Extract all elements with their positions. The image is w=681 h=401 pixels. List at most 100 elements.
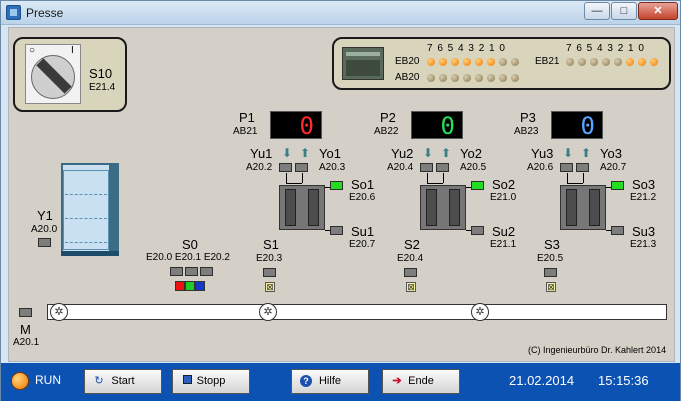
yu2-addr: A20.4 (387, 162, 414, 173)
s1-addr: E20.3 (256, 253, 283, 264)
led-ab20-0 (511, 74, 519, 82)
yo2-addr: A20.5 (460, 162, 487, 173)
conveyor-belt (47, 304, 667, 320)
plc-panel: 7 6 5 4 3 2 1 0 EB20 AB20 7 6 5 4 3 2 1 … (332, 37, 671, 90)
s3-label: S3 (544, 237, 560, 252)
su3-indicator[interactable] (611, 226, 624, 235)
yu3-indicator[interactable] (560, 163, 573, 172)
minimize-button[interactable]: — (584, 2, 610, 20)
copyright: (C) Ingenieurbüro Dr. Kahlert 2014 (528, 345, 667, 355)
app-icon (6, 5, 21, 20)
down-arrow-icon: ⬇ (423, 146, 434, 160)
p1-label: P1 (239, 110, 255, 125)
up-arrow-icon: ⬆ (441, 146, 452, 160)
yu2-indicator[interactable] (420, 163, 433, 172)
stop-button[interactable]: Stopp (172, 369, 250, 394)
process-canvas: ○ I S10 E21.4 7 6 5 4 3 2 1 0 EB20 AB20 … (8, 27, 675, 362)
press2-cylinder (420, 185, 466, 230)
p3-label: P3 (520, 110, 536, 125)
s3-indicator[interactable] (544, 268, 557, 277)
p2-seven-seg-display: 0 (411, 111, 463, 140)
yo1-indicator[interactable] (295, 163, 308, 172)
so2-addr: E21.0 (490, 192, 517, 203)
led-eb20-7 (427, 58, 435, 66)
led-eb21-1 (638, 58, 646, 66)
so2-indicator[interactable] (471, 181, 484, 190)
close-button[interactable]: ✕ (638, 2, 678, 20)
yo2-label: Yo2 (460, 146, 482, 161)
su1-indicator[interactable] (330, 226, 343, 235)
s0-indicator-1[interactable] (185, 267, 198, 276)
yo3-indicator[interactable] (576, 163, 589, 172)
so2-label: So2 (492, 177, 516, 192)
yu1-label: Yu1 (250, 146, 273, 161)
led-eb20-4 (463, 58, 471, 66)
su1-addr: E20.7 (349, 239, 376, 250)
down-arrow-icon: ⬇ (563, 146, 574, 160)
yo2-indicator[interactable] (436, 163, 449, 172)
p2-addr: AB22 (374, 126, 399, 137)
y1-addr: A20.0 (31, 224, 58, 235)
s0-indicator-2[interactable] (200, 267, 213, 276)
s1-sensor-icon: ⊠ (265, 282, 275, 292)
su2-addr: E21.1 (490, 239, 517, 250)
led-eb20-0 (511, 58, 519, 66)
led-eb21-0 (650, 58, 658, 66)
eb21-bit-header: 7 6 5 4 3 2 1 0 (566, 43, 645, 54)
s1-indicator[interactable] (263, 268, 276, 277)
s3-addr: E20.5 (537, 253, 564, 264)
led-ab20-2 (487, 74, 495, 82)
y1-label: Y1 (37, 208, 53, 223)
s0-red-block (175, 281, 185, 291)
selector-switch-icon[interactable]: ○ I (25, 44, 81, 104)
s2-label: S2 (404, 237, 420, 252)
eb20-bit-header: 7 6 5 4 3 2 1 0 (427, 43, 506, 54)
su1-label: Su1 (351, 224, 375, 239)
title-bar: Presse — □ ✕ (1, 1, 680, 25)
su2-indicator[interactable] (471, 226, 484, 235)
motor-label: M (20, 322, 31, 337)
yo3-label: Yo3 (600, 146, 622, 161)
led-ab20-4 (463, 74, 471, 82)
s0-indicator-0[interactable] (170, 267, 183, 276)
led-eb21-2 (626, 58, 634, 66)
s10-addr: E21.4 (89, 82, 116, 93)
maximize-button[interactable]: □ (611, 2, 637, 20)
p1-addr: AB21 (233, 126, 258, 137)
su3-label: Su3 (632, 224, 656, 239)
led-ab20-6 (439, 74, 447, 82)
su3-addr: E21.3 (630, 239, 657, 250)
date-display: 21.02.2014 (509, 373, 575, 388)
eb21-label: EB21 (535, 56, 560, 67)
motor-indicator[interactable] (19, 308, 32, 317)
y1-indicator[interactable] (38, 238, 51, 247)
so3-indicator[interactable] (611, 181, 624, 190)
y1-tank (61, 163, 111, 253)
yu2-label: Yu2 (391, 146, 414, 161)
help-button[interactable]: ? Hilfe (291, 369, 369, 394)
window-title: Presse (26, 6, 64, 20)
yo3-addr: A20.7 (600, 162, 627, 173)
so1-indicator[interactable] (330, 181, 343, 190)
su2-label: Su2 (492, 224, 516, 239)
so1-addr: E20.6 (349, 192, 376, 203)
selector-switch-panel: ○ I S10 E21.4 (13, 37, 127, 112)
s0-addr: E20.0 E20.1 E20.2 (146, 252, 230, 263)
yu1-indicator[interactable] (279, 163, 292, 172)
led-ab20-3 (475, 74, 483, 82)
led-eb20-2 (487, 58, 495, 66)
led-eb20-5 (451, 58, 459, 66)
p3-seven-seg-display: 0 (551, 111, 603, 140)
p3-addr: AB23 (514, 126, 539, 137)
s0-green-block (185, 281, 195, 291)
start-button[interactable]: ↻ Start (84, 369, 162, 394)
led-eb21-4 (602, 58, 610, 66)
end-button[interactable]: ➔ Ende (382, 369, 460, 394)
led-eb20-1 (499, 58, 507, 66)
yu3-addr: A20.6 (527, 162, 554, 173)
press3-cylinder (560, 185, 606, 230)
yu3-label: Yu3 (531, 146, 554, 161)
s2-sensor-icon: ⊠ (406, 282, 416, 292)
s2-indicator[interactable] (404, 268, 417, 277)
led-eb21-7 (566, 58, 574, 66)
